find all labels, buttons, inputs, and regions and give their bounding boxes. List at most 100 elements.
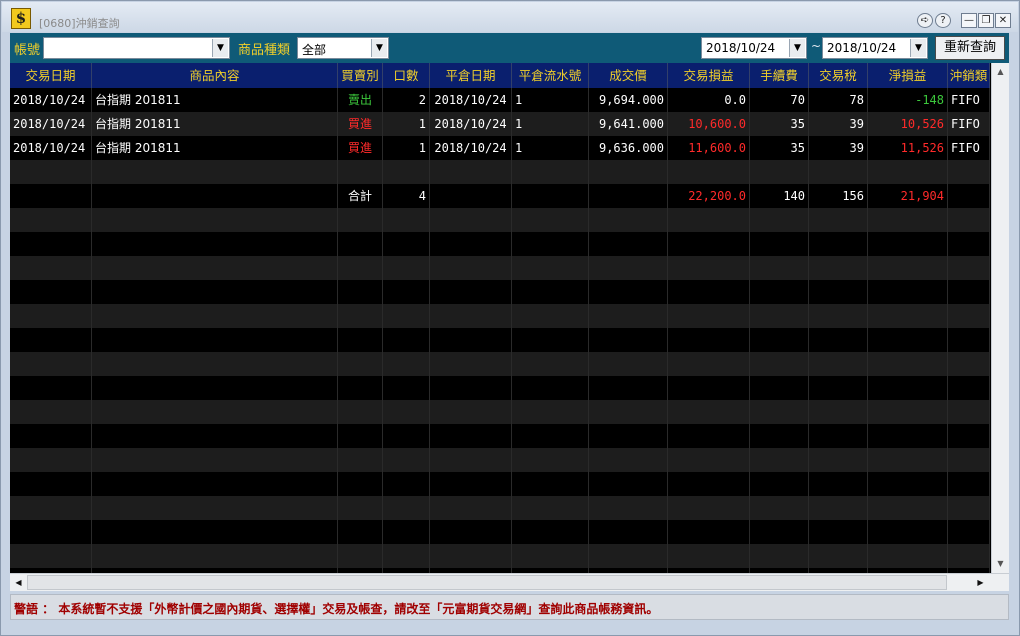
scroll-left-icon[interactable]: ◀ [10, 574, 27, 591]
scroll-down-icon[interactable]: ▼ [992, 555, 1009, 572]
cell-buy-sell [338, 232, 383, 256]
empty-row[interactable] [10, 352, 990, 376]
cell-fee: 35 [750, 112, 809, 136]
empty-row[interactable] [10, 328, 990, 352]
date-from-picker[interactable]: 2018/10/24 ▼ [701, 37, 807, 59]
scroll-right-icon[interactable]: ▶ [972, 574, 989, 591]
requery-button[interactable]: 重新查詢 [935, 36, 1005, 60]
chevron-down-icon[interactable]: ▼ [212, 39, 228, 57]
empty-row[interactable] [10, 544, 990, 568]
cell-price [589, 424, 668, 448]
cell-fee [750, 256, 809, 280]
cell-price [589, 400, 668, 424]
cell-fee [750, 232, 809, 256]
cell-close-date [430, 160, 512, 184]
product-type-select[interactable]: 全部 ▼ [297, 37, 389, 59]
cell-trade-date [10, 520, 92, 544]
cell-close-date [430, 424, 512, 448]
empty-row[interactable] [10, 304, 990, 328]
cell-fee [750, 304, 809, 328]
cell-trade-date [10, 280, 92, 304]
date-to-picker[interactable]: 2018/10/24 ▼ [822, 37, 928, 59]
empty-row[interactable] [10, 160, 990, 184]
cell-buy-sell [338, 376, 383, 400]
cell-net-pnl [868, 304, 948, 328]
window-title: [0680]沖銷查詢 [39, 17, 120, 30]
chevron-down-icon[interactable]: ▼ [910, 39, 926, 57]
cell-net-pnl [868, 520, 948, 544]
column-header-trade-pnl[interactable]: 交易損益 [668, 63, 750, 88]
cell-product: 台指期 201811 [92, 136, 338, 160]
cell-net-pnl [868, 328, 948, 352]
cell-offset-type: FIFO [948, 136, 990, 160]
column-header-close-date[interactable]: 平倉日期 [430, 63, 512, 88]
cell-close-seq [512, 376, 589, 400]
column-header-offset-type[interactable]: 沖銷類 [948, 63, 990, 88]
cell-offset-type: FIFO [948, 112, 990, 136]
cell-product [92, 280, 338, 304]
empty-row[interactable] [10, 256, 990, 280]
vertical-scrollbar[interactable]: ▲ ▼ [991, 63, 1009, 573]
cell-trade-date [10, 256, 92, 280]
grid-body: 2018/10/24 台指期 201811 賣出 2 2018/10/24 1 9,694.… [10, 88, 990, 573]
empty-row[interactable] [10, 472, 990, 496]
pin-icon[interactable]: ➪ [917, 13, 933, 28]
horizontal-scroll-thumb[interactable] [27, 575, 947, 590]
column-header-tax[interactable]: 交易稅 [809, 63, 868, 88]
column-header-lots[interactable]: 口數 [383, 63, 430, 88]
chevron-down-icon[interactable]: ▼ [789, 39, 805, 57]
table-row[interactable]: 2018/10/24 台指期 201811 買進 1 2018/10/24 1 9,641.… [10, 112, 990, 136]
cell-lots [383, 400, 430, 424]
column-header-close-seq[interactable]: 平倉流水號 [512, 63, 589, 88]
cell-price: 9,636.000 [589, 136, 668, 160]
empty-row[interactable] [10, 376, 990, 400]
warning-message: 警語 ： 本系統暫不支援「外幣計價之國內期貨、選擇權」交易及帳查，請改至「元富期… [14, 602, 659, 616]
table-row[interactable]: 2018/10/24 台指期 201811 買進 1 2018/10/24 1 9,636.… [10, 136, 990, 160]
cell-trade-date [10, 304, 92, 328]
empty-row[interactable] [10, 208, 990, 232]
column-header-net-pnl[interactable]: 淨損益 [868, 63, 948, 88]
cell-net-pnl [868, 256, 948, 280]
cell-trade-pnl [668, 424, 750, 448]
cell-close-date: 2018/10/24 [430, 136, 512, 160]
column-header-buy-sell[interactable]: 買賣別 [338, 63, 383, 88]
cell-trade-date [10, 328, 92, 352]
column-header-trade-date[interactable]: 交易日期 [10, 63, 92, 88]
maximize-button[interactable]: ❐ [978, 13, 994, 28]
empty-row[interactable] [10, 520, 990, 544]
cell-tax [809, 256, 868, 280]
minimize-button[interactable]: — [961, 13, 977, 28]
cell-close-seq [512, 472, 589, 496]
cell-trade-pnl [668, 448, 750, 472]
empty-row[interactable] [10, 400, 990, 424]
cell-tax [809, 304, 868, 328]
empty-row[interactable] [10, 280, 990, 304]
cell-tax [809, 472, 868, 496]
cell-trade-date: 2018/10/24 [10, 112, 92, 136]
column-header-product[interactable]: 商品內容 [92, 63, 338, 88]
empty-row[interactable] [10, 496, 990, 520]
empty-row[interactable] [10, 424, 990, 448]
table-row[interactable]: 2018/10/24 台指期 201811 賣出 2 2018/10/24 1 9,694.… [10, 88, 990, 112]
empty-row[interactable] [10, 232, 990, 256]
horizontal-scrollbar[interactable]: ◀ ▶ [10, 573, 1009, 591]
cell-tax: 39 [809, 112, 868, 136]
total-row[interactable]: 合計 4 22,200.0 140 156 21,904 [10, 184, 990, 208]
scroll-up-icon[interactable]: ▲ [992, 63, 1009, 80]
empty-row[interactable] [10, 448, 990, 472]
close-button[interactable]: ✕ [995, 13, 1011, 28]
chevron-down-icon[interactable]: ▼ [371, 39, 387, 57]
account-select[interactable]: ▼ [43, 37, 230, 59]
help-icon[interactable]: ? [935, 13, 951, 28]
cell-close-date: 2018/10/24 [430, 112, 512, 136]
cell-price [589, 496, 668, 520]
cell-offset-type [948, 400, 990, 424]
cell-fee: 35 [750, 136, 809, 160]
date-range-separator: ~ [811, 39, 822, 53]
cell-lots [383, 520, 430, 544]
column-header-fee[interactable]: 手續費 [750, 63, 809, 88]
column-header-price[interactable]: 成交價 [589, 63, 668, 88]
cell-tax: 156 [809, 184, 868, 208]
cell-price [589, 256, 668, 280]
cell-buy-sell: 合計 [338, 184, 383, 208]
